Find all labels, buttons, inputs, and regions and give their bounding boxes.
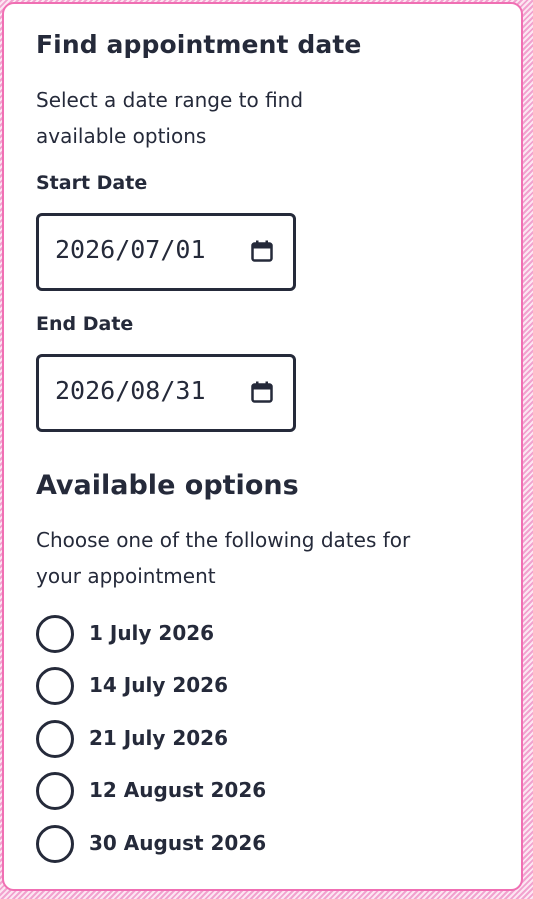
end-date-label: End Date bbox=[36, 313, 134, 335]
option-12-august-2026[interactable]: 12 August 2026 bbox=[36, 772, 336, 812]
end-date-input[interactable]: 2026/08/31 bbox=[36, 354, 296, 432]
start-date-label: Start Date bbox=[36, 172, 148, 194]
appointment-card: Find appointment date Select a date rang… bbox=[2, 2, 523, 891]
options-description: Choose one of the following dates for yo… bbox=[36, 528, 411, 588]
start-date-input[interactable]: 2026/07/01 bbox=[36, 213, 296, 291]
radio-button[interactable] bbox=[36, 615, 74, 653]
option-label[interactable]: 12 August 2026 bbox=[89, 778, 266, 802]
panel-title: Find appointment date bbox=[36, 30, 362, 59]
radio-button[interactable] bbox=[36, 720, 74, 758]
option-21-july-2026[interactable]: 21 July 2026 bbox=[36, 720, 336, 760]
option-label[interactable]: 21 July 2026 bbox=[89, 726, 228, 750]
end-date-value: 2026/08/31 bbox=[55, 376, 206, 405]
option-label[interactable]: 14 July 2026 bbox=[89, 673, 228, 697]
panel-description: Select a date range to find available op… bbox=[36, 88, 304, 148]
calendar-icon[interactable] bbox=[251, 381, 273, 403]
radio-button[interactable] bbox=[36, 825, 74, 863]
calendar-icon[interactable] bbox=[251, 240, 273, 262]
option-label[interactable]: 1 July 2026 bbox=[89, 621, 214, 645]
option-label[interactable]: 30 August 2026 bbox=[89, 831, 266, 855]
option-14-july-2026[interactable]: 14 July 2026 bbox=[36, 667, 336, 707]
option-30-august-2026[interactable]: 30 August 2026 bbox=[36, 825, 336, 865]
start-date-value: 2026/07/01 bbox=[55, 235, 206, 264]
radio-button[interactable] bbox=[36, 772, 74, 810]
radio-button[interactable] bbox=[36, 667, 74, 705]
option-1-july-2026[interactable]: 1 July 2026 bbox=[36, 615, 336, 655]
options-heading: Available options bbox=[36, 470, 299, 501]
